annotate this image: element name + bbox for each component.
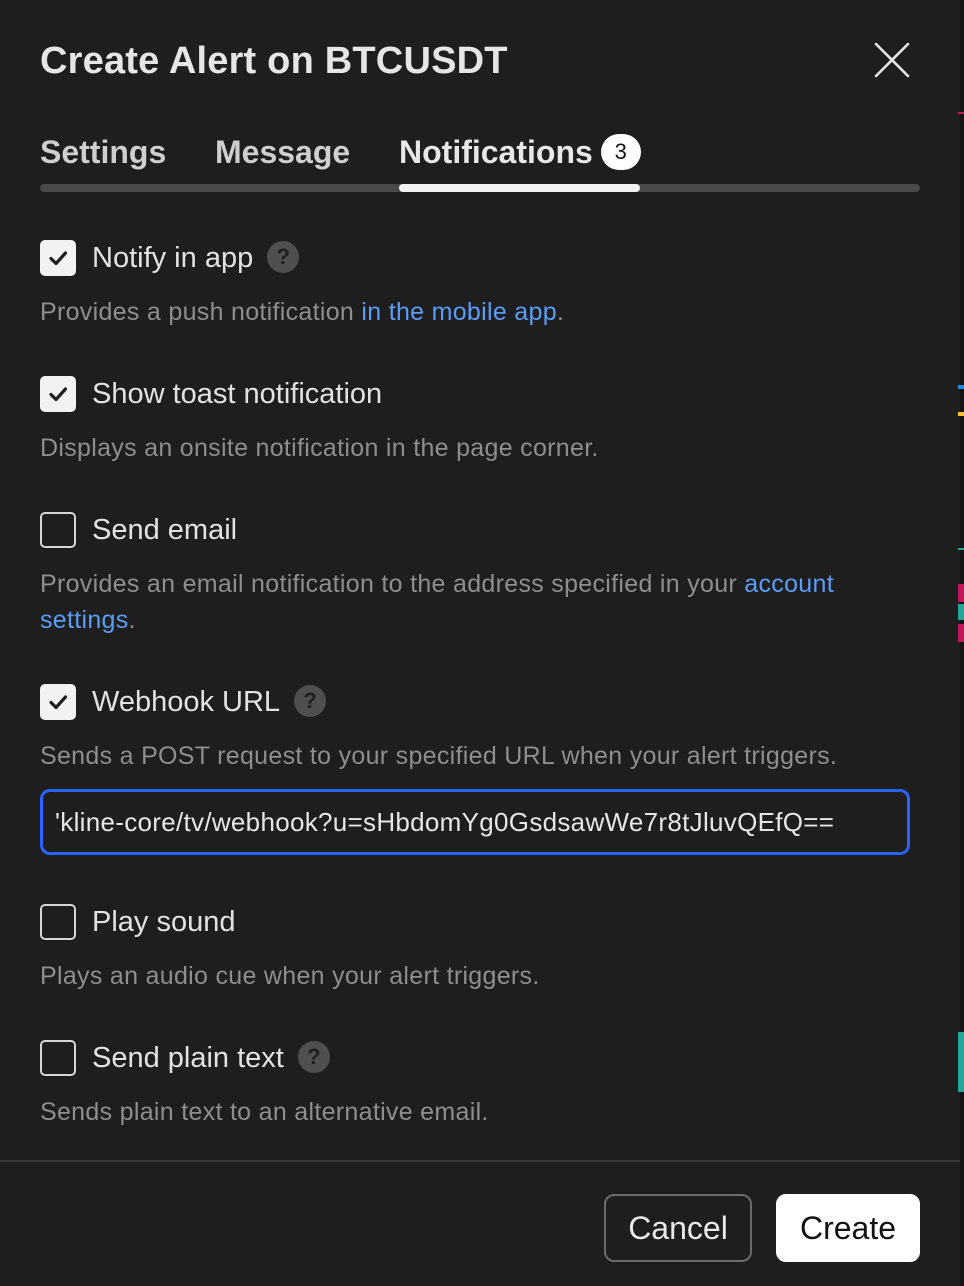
send-plain-text-checkbox[interactable] xyxy=(40,1040,76,1076)
webhook-url-input[interactable] xyxy=(40,789,910,855)
chart-mark xyxy=(958,584,964,602)
webhook-url-text: Webhook URL xyxy=(92,686,281,718)
checkmark-icon xyxy=(49,695,68,710)
checkmark-icon xyxy=(49,251,68,266)
notifications-count-badge: 3 xyxy=(600,133,641,170)
chart-mark xyxy=(958,112,964,114)
option-show-toast: Show toast notification Displays an onsi… xyxy=(40,376,920,466)
notify-in-app-label[interactable]: Notify in app? xyxy=(92,240,300,276)
option-notify-in-app: Notify in app? Provides a push notificat… xyxy=(40,240,920,330)
chart-mark xyxy=(958,385,964,389)
play-sound-description: Plays an audio cue when your alert trigg… xyxy=(40,962,540,990)
show-toast-label[interactable]: Show toast notification xyxy=(92,376,382,412)
create-button[interactable]: Create xyxy=(776,1194,920,1262)
chart-mark xyxy=(958,1032,964,1092)
option-webhook-url: Webhook URL? Sends a POST request to you… xyxy=(40,684,920,774)
tab-notifications[interactable]: Notifications 3 xyxy=(399,133,641,171)
option-send-email: Send email Provides an email notificatio… xyxy=(40,512,920,638)
send-email-description: Provides an email notification to the ad… xyxy=(40,566,920,638)
desc-text: Provides a push notification xyxy=(40,298,362,326)
show-toast-description: Displays an onsite notification in the p… xyxy=(40,434,599,462)
cancel-button[interactable]: Cancel xyxy=(604,1194,752,1262)
option-play-sound: Play sound Plays an audio cue when your … xyxy=(40,904,920,994)
tab-message[interactable]: Message xyxy=(215,134,350,171)
send-email-label[interactable]: Send email xyxy=(92,512,237,548)
tab-settings-label: Settings xyxy=(40,134,167,170)
tab-message-label: Message xyxy=(215,134,351,170)
close-button[interactable] xyxy=(872,40,912,80)
send-email-checkbox[interactable] xyxy=(40,512,76,548)
help-icon[interactable]: ? xyxy=(297,1041,330,1074)
active-tab-indicator xyxy=(399,184,640,192)
background-chart-marks xyxy=(958,0,964,1286)
footer-divider xyxy=(0,1160,960,1162)
play-sound-checkbox[interactable] xyxy=(40,904,76,940)
webhook-url-checkbox[interactable] xyxy=(40,684,76,720)
webhook-url-description: Sends a POST request to your specified U… xyxy=(40,742,838,770)
close-icon xyxy=(874,42,910,78)
create-alert-dialog: Create Alert on BTCUSDT Settings Message… xyxy=(0,0,960,1286)
send-plain-text-text: Send plain text xyxy=(92,1042,284,1074)
option-send-plain-text: Send plain text? Sends plain text to an … xyxy=(40,1040,920,1130)
help-icon[interactable]: ? xyxy=(267,241,300,274)
mobile-app-link[interactable]: in the mobile app xyxy=(361,298,557,326)
send-plain-text-label[interactable]: Send plain text? xyxy=(92,1040,330,1076)
webhook-url-label[interactable]: Webhook URL? xyxy=(92,684,327,720)
send-plain-text-description: Sends plain text to an alternative email… xyxy=(40,1098,489,1126)
dialog-title: Create Alert on BTCUSDT xyxy=(40,40,508,82)
checkmark-icon xyxy=(49,387,68,402)
tab-bar: Settings Message Notifications 3 xyxy=(40,128,920,192)
chart-mark xyxy=(958,624,964,642)
desc-suffix: . xyxy=(556,298,565,326)
show-toast-checkbox[interactable] xyxy=(40,376,76,412)
notify-in-app-checkbox[interactable] xyxy=(40,240,76,276)
chart-mark xyxy=(958,412,964,416)
help-icon[interactable]: ? xyxy=(294,685,327,718)
chart-mark xyxy=(958,548,964,550)
desc-text: Provides an email notification to the ad… xyxy=(40,570,745,598)
desc-suffix: . xyxy=(128,606,136,634)
tab-notifications-label: Notifications xyxy=(399,134,593,170)
tab-settings[interactable]: Settings xyxy=(40,134,166,171)
play-sound-label[interactable]: Play sound xyxy=(92,904,236,940)
notify-in-app-text: Notify in app xyxy=(92,242,254,274)
chart-mark xyxy=(958,604,964,620)
notify-in-app-description: Provides a push notification in the mobi… xyxy=(40,294,920,330)
